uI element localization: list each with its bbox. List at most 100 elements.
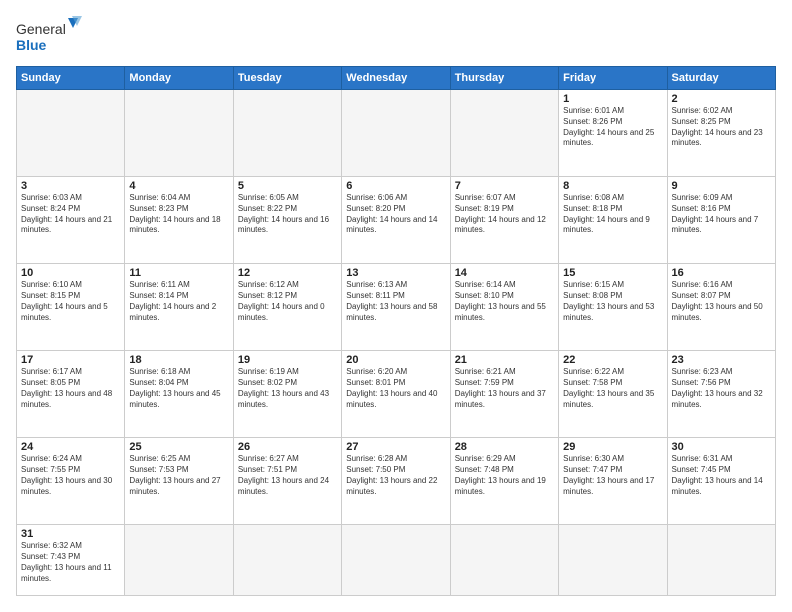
- day-number: 3: [21, 180, 120, 192]
- calendar-cell: 11Sunrise: 6:11 AM Sunset: 8:14 PM Dayli…: [125, 264, 233, 351]
- day-number: 26: [238, 441, 337, 453]
- calendar-cell: 30Sunrise: 6:31 AM Sunset: 7:45 PM Dayli…: [667, 438, 775, 525]
- day-info: Sunrise: 6:10 AM Sunset: 8:15 PM Dayligh…: [21, 280, 120, 323]
- calendar-cell: [559, 525, 667, 596]
- svg-text:General: General: [16, 21, 66, 37]
- day-info: Sunrise: 6:28 AM Sunset: 7:50 PM Dayligh…: [346, 454, 445, 497]
- calendar-week-2: 3Sunrise: 6:03 AM Sunset: 8:24 PM Daylig…: [17, 177, 776, 264]
- day-number: 15: [563, 267, 662, 279]
- day-number: 5: [238, 180, 337, 192]
- day-number: 25: [129, 441, 228, 453]
- day-number: 10: [21, 267, 120, 279]
- day-info: Sunrise: 6:15 AM Sunset: 8:08 PM Dayligh…: [563, 280, 662, 323]
- calendar-cell: 8Sunrise: 6:08 AM Sunset: 8:18 PM Daylig…: [559, 177, 667, 264]
- calendar-cell: 15Sunrise: 6:15 AM Sunset: 8:08 PM Dayli…: [559, 264, 667, 351]
- calendar-week-4: 17Sunrise: 6:17 AM Sunset: 8:05 PM Dayli…: [17, 351, 776, 438]
- day-info: Sunrise: 6:20 AM Sunset: 8:01 PM Dayligh…: [346, 367, 445, 410]
- day-number: 22: [563, 354, 662, 366]
- calendar-cell: [125, 90, 233, 177]
- day-number: 24: [21, 441, 120, 453]
- calendar-cell: 19Sunrise: 6:19 AM Sunset: 8:02 PM Dayli…: [233, 351, 341, 438]
- day-info: Sunrise: 6:13 AM Sunset: 8:11 PM Dayligh…: [346, 280, 445, 323]
- col-header-monday: Monday: [125, 67, 233, 90]
- calendar-cell: [342, 90, 450, 177]
- day-number: 17: [21, 354, 120, 366]
- day-info: Sunrise: 6:11 AM Sunset: 8:14 PM Dayligh…: [129, 280, 228, 323]
- day-info: Sunrise: 6:01 AM Sunset: 8:26 PM Dayligh…: [563, 106, 662, 149]
- day-info: Sunrise: 6:05 AM Sunset: 8:22 PM Dayligh…: [238, 193, 337, 236]
- day-info: Sunrise: 6:16 AM Sunset: 8:07 PM Dayligh…: [672, 280, 771, 323]
- day-number: 28: [455, 441, 554, 453]
- calendar-week-5: 24Sunrise: 6:24 AM Sunset: 7:55 PM Dayli…: [17, 438, 776, 525]
- day-number: 20: [346, 354, 445, 366]
- calendar-cell: [667, 525, 775, 596]
- day-info: Sunrise: 6:19 AM Sunset: 8:02 PM Dayligh…: [238, 367, 337, 410]
- day-number: 16: [672, 267, 771, 279]
- day-info: Sunrise: 6:07 AM Sunset: 8:19 PM Dayligh…: [455, 193, 554, 236]
- day-number: 11: [129, 267, 228, 279]
- day-info: Sunrise: 6:29 AM Sunset: 7:48 PM Dayligh…: [455, 454, 554, 497]
- calendar-cell: 3Sunrise: 6:03 AM Sunset: 8:24 PM Daylig…: [17, 177, 125, 264]
- calendar-cell: 28Sunrise: 6:29 AM Sunset: 7:48 PM Dayli…: [450, 438, 558, 525]
- day-info: Sunrise: 6:21 AM Sunset: 7:59 PM Dayligh…: [455, 367, 554, 410]
- day-info: Sunrise: 6:08 AM Sunset: 8:18 PM Dayligh…: [563, 193, 662, 236]
- day-info: Sunrise: 6:04 AM Sunset: 8:23 PM Dayligh…: [129, 193, 228, 236]
- calendar-cell: 6Sunrise: 6:06 AM Sunset: 8:20 PM Daylig…: [342, 177, 450, 264]
- calendar-cell: 24Sunrise: 6:24 AM Sunset: 7:55 PM Dayli…: [17, 438, 125, 525]
- col-header-friday: Friday: [559, 67, 667, 90]
- page: General Blue SundayMondayTuesdayWednesda…: [0, 0, 792, 612]
- day-number: 12: [238, 267, 337, 279]
- calendar-cell: 20Sunrise: 6:20 AM Sunset: 8:01 PM Dayli…: [342, 351, 450, 438]
- calendar-week-3: 10Sunrise: 6:10 AM Sunset: 8:15 PM Dayli…: [17, 264, 776, 351]
- logo: General Blue: [16, 16, 86, 56]
- col-header-sunday: Sunday: [17, 67, 125, 90]
- calendar-cell: [233, 90, 341, 177]
- day-number: 1: [563, 93, 662, 105]
- day-info: Sunrise: 6:24 AM Sunset: 7:55 PM Dayligh…: [21, 454, 120, 497]
- calendar-cell: 31Sunrise: 6:32 AM Sunset: 7:43 PM Dayli…: [17, 525, 125, 596]
- day-info: Sunrise: 6:17 AM Sunset: 8:05 PM Dayligh…: [21, 367, 120, 410]
- calendar-cell: [450, 90, 558, 177]
- calendar-cell: 25Sunrise: 6:25 AM Sunset: 7:53 PM Dayli…: [125, 438, 233, 525]
- day-number: 18: [129, 354, 228, 366]
- calendar-cell: 21Sunrise: 6:21 AM Sunset: 7:59 PM Dayli…: [450, 351, 558, 438]
- col-header-thursday: Thursday: [450, 67, 558, 90]
- day-number: 14: [455, 267, 554, 279]
- day-info: Sunrise: 6:06 AM Sunset: 8:20 PM Dayligh…: [346, 193, 445, 236]
- day-info: Sunrise: 6:25 AM Sunset: 7:53 PM Dayligh…: [129, 454, 228, 497]
- col-header-wednesday: Wednesday: [342, 67, 450, 90]
- day-number: 7: [455, 180, 554, 192]
- day-info: Sunrise: 6:02 AM Sunset: 8:25 PM Dayligh…: [672, 106, 771, 149]
- day-info: Sunrise: 6:23 AM Sunset: 7:56 PM Dayligh…: [672, 367, 771, 410]
- calendar-cell: 14Sunrise: 6:14 AM Sunset: 8:10 PM Dayli…: [450, 264, 558, 351]
- col-header-saturday: Saturday: [667, 67, 775, 90]
- day-number: 27: [346, 441, 445, 453]
- day-info: Sunrise: 6:03 AM Sunset: 8:24 PM Dayligh…: [21, 193, 120, 236]
- calendar-week-6: 31Sunrise: 6:32 AM Sunset: 7:43 PM Dayli…: [17, 525, 776, 596]
- calendar-cell: [17, 90, 125, 177]
- calendar-week-1: 1Sunrise: 6:01 AM Sunset: 8:26 PM Daylig…: [17, 90, 776, 177]
- calendar-cell: [342, 525, 450, 596]
- day-info: Sunrise: 6:30 AM Sunset: 7:47 PM Dayligh…: [563, 454, 662, 497]
- calendar-cell: 23Sunrise: 6:23 AM Sunset: 7:56 PM Dayli…: [667, 351, 775, 438]
- calendar-cell: 9Sunrise: 6:09 AM Sunset: 8:16 PM Daylig…: [667, 177, 775, 264]
- header: General Blue: [16, 16, 776, 56]
- logo-svg: General Blue: [16, 16, 86, 56]
- day-number: 31: [21, 528, 120, 540]
- calendar-cell: 4Sunrise: 6:04 AM Sunset: 8:23 PM Daylig…: [125, 177, 233, 264]
- day-info: Sunrise: 6:22 AM Sunset: 7:58 PM Dayligh…: [563, 367, 662, 410]
- calendar-cell: 29Sunrise: 6:30 AM Sunset: 7:47 PM Dayli…: [559, 438, 667, 525]
- day-number: 4: [129, 180, 228, 192]
- calendar-cell: 7Sunrise: 6:07 AM Sunset: 8:19 PM Daylig…: [450, 177, 558, 264]
- calendar-cell: 1Sunrise: 6:01 AM Sunset: 8:26 PM Daylig…: [559, 90, 667, 177]
- day-number: 13: [346, 267, 445, 279]
- calendar-cell: 10Sunrise: 6:10 AM Sunset: 8:15 PM Dayli…: [17, 264, 125, 351]
- calendar-cell: 2Sunrise: 6:02 AM Sunset: 8:25 PM Daylig…: [667, 90, 775, 177]
- day-info: Sunrise: 6:27 AM Sunset: 7:51 PM Dayligh…: [238, 454, 337, 497]
- calendar-cell: [125, 525, 233, 596]
- calendar-cell: 26Sunrise: 6:27 AM Sunset: 7:51 PM Dayli…: [233, 438, 341, 525]
- day-number: 29: [563, 441, 662, 453]
- day-number: 21: [455, 354, 554, 366]
- calendar-cell: 13Sunrise: 6:13 AM Sunset: 8:11 PM Dayli…: [342, 264, 450, 351]
- day-number: 2: [672, 93, 771, 105]
